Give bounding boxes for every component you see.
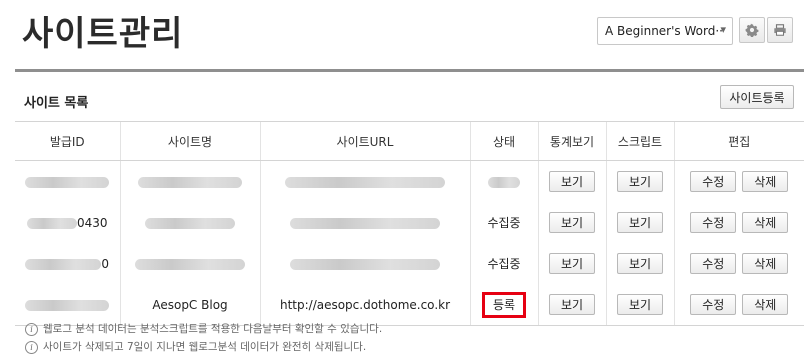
col-header-script: 스크립트: [605, 121, 674, 161]
delete-button[interactable]: 삭제: [742, 171, 789, 192]
cell-name: [119, 160, 260, 202]
blurred-name: [135, 258, 245, 270]
cell-stats: 보기: [537, 243, 606, 284]
delete-button[interactable]: 삭제: [742, 294, 789, 315]
col-header-edit: 편집: [673, 121, 804, 161]
edit-button[interactable]: 수정: [690, 294, 737, 315]
cell-url: [259, 243, 470, 284]
cell-status: 수집중: [469, 202, 538, 243]
print-button[interactable]: [767, 17, 793, 43]
edit-button[interactable]: 수정: [690, 253, 737, 274]
info-icon: i: [25, 322, 38, 336]
cell-script: 보기: [605, 202, 674, 243]
stats-view-button[interactable]: 보기: [549, 253, 595, 274]
blurred-url: [290, 217, 440, 229]
cell-id: [15, 161, 120, 203]
blurred-url: [285, 176, 445, 188]
cell-id: 0430: [15, 202, 120, 243]
stats-view-button[interactable]: 보기: [549, 294, 595, 315]
col-header-status: 상태: [469, 121, 538, 161]
note-text: 웹로그 분석 데이터는 분석스크립트를 적용한 다음날부터 확인할 수 있습니다…: [43, 323, 383, 335]
blurred-id: [25, 176, 110, 188]
cell-edit: 수정 삭제: [673, 202, 804, 243]
cell-url: [259, 202, 470, 243]
chevron-down-icon: ▾: [720, 23, 726, 36]
delete-button[interactable]: 삭제: [742, 212, 789, 233]
site-select[interactable]: A Beginner's Word·· ▾: [597, 17, 733, 45]
blurred-name: [138, 176, 242, 188]
script-view-button[interactable]: 보기: [617, 212, 663, 233]
id-visible-suffix: 0: [101, 256, 110, 271]
table-header-row: 발급ID 사이트명 사이트URL 상태 통계보기 스크립트 편집: [15, 121, 804, 161]
blurred-id: [26, 217, 77, 229]
cell-stats: 보기: [537, 202, 606, 243]
col-header-stats: 통계보기: [537, 121, 606, 161]
edit-button[interactable]: 수정: [690, 171, 737, 192]
cell-url: [259, 160, 470, 202]
col-header-id: 발급ID: [15, 121, 120, 161]
script-view-button[interactable]: 보기: [617, 171, 663, 192]
page-title: 사이트관리: [22, 14, 184, 54]
stats-view-button[interactable]: 보기: [549, 171, 595, 192]
cell-script: 보기: [605, 284, 674, 326]
edit-button[interactable]: 수정: [690, 212, 737, 233]
cell-status: 등록: [469, 284, 538, 326]
cell-stats: 보기: [537, 160, 606, 202]
script-view-button[interactable]: 보기: [617, 253, 663, 274]
header-divider: [15, 69, 804, 72]
cell-stats: 보기: [537, 284, 606, 326]
table-row: 0430 수집중 보기 보기 수정 삭제: [15, 202, 804, 243]
register-site-button[interactable]: 사이트등록: [720, 85, 794, 109]
blurred-id: [25, 299, 110, 311]
stats-view-button[interactable]: 보기: [549, 212, 595, 233]
cell-edit: 수정 삭제: [673, 243, 804, 284]
blurred-url: [290, 258, 440, 270]
cell-name: [119, 243, 260, 284]
note-text: 사이트가 삭제되고 7일이 지나면 웹로그분석 데이터가 완전히 삭제됩니다.: [43, 341, 367, 353]
table-row: 보기 보기 수정 삭제: [15, 160, 804, 203]
blurred-status: [488, 176, 520, 188]
info-icon: i: [25, 340, 38, 354]
settings-button[interactable]: [739, 17, 765, 43]
cell-status: 수집중: [469, 243, 538, 284]
cell-name: [119, 202, 260, 243]
cell-id: 0: [15, 243, 120, 284]
status-badge: 등록: [481, 291, 527, 318]
blurred-name: [145, 217, 235, 229]
note-item: i 웹로그 분석 데이터는 분석스크립트를 적용한 다음날부터 확인할 수 있습…: [25, 320, 382, 338]
note-item: i 사이트가 삭제되고 7일이 지나면 웹로그분석 데이터가 완전히 삭제됩니다…: [25, 338, 382, 356]
site-select-value: A Beginner's Word··: [605, 24, 723, 38]
notes: i 웹로그 분석 데이터는 분석스크립트를 적용한 다음날부터 확인할 수 있습…: [25, 320, 382, 356]
cell-edit: 수정 삭제: [673, 284, 804, 326]
cell-script: 보기: [605, 160, 674, 202]
print-icon: [774, 24, 786, 36]
delete-button[interactable]: 삭제: [742, 253, 789, 274]
cell-edit: 수정 삭제: [673, 160, 804, 202]
blurred-id: [25, 258, 102, 270]
cell-status: [469, 160, 538, 202]
script-view-button[interactable]: 보기: [617, 294, 663, 315]
col-header-url: 사이트URL: [259, 121, 470, 161]
gear-icon: [745, 23, 759, 37]
cell-script: 보기: [605, 243, 674, 284]
id-visible-suffix: 0430: [76, 215, 108, 230]
section-title: 사이트 목록: [24, 96, 89, 111]
site-table: 발급ID 사이트명 사이트URL 상태 통계보기 스크립트 편집 보기 보기 수…: [15, 121, 804, 326]
col-header-name: 사이트명: [119, 121, 260, 161]
table-row: 0 수집중 보기 보기 수정 삭제: [15, 243, 804, 284]
